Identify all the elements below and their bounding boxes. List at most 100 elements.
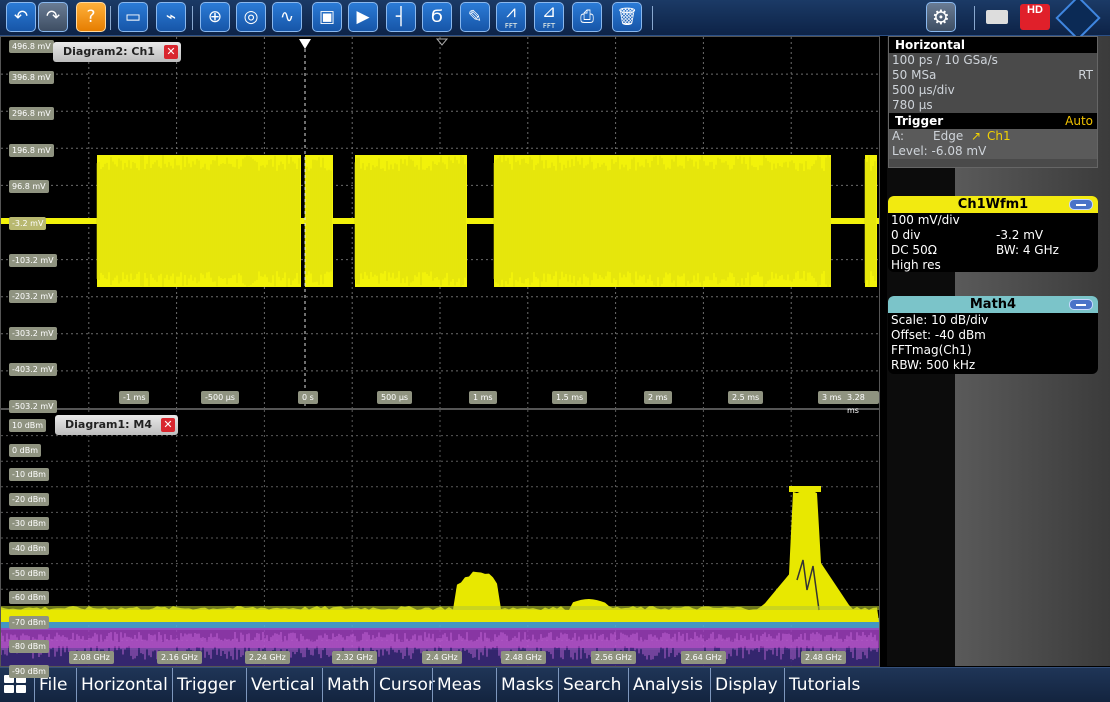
menu-analysis[interactable]: Analysis [628, 668, 707, 702]
ch1-coupling: DC 50Ω [891, 243, 937, 257]
fft-icon-glyph: ⩘ [506, 2, 516, 22]
x-axis-label: 2.32 GHz [332, 651, 377, 664]
math4-body: Scale: 10 dB/div Offset: -40 dBm FFTmag(… [888, 313, 1098, 373]
x-axis-label: 2.64 GHz [681, 651, 726, 664]
rohde-schwarz-logo-icon [1055, 0, 1101, 41]
button-caption: FFT [542, 22, 556, 30]
x-axis-label: 1 ms [469, 391, 497, 404]
menu-horizontal[interactable]: Horizontal [76, 668, 172, 702]
button-caption: FFT [504, 22, 518, 30]
menu-bar: File Horizontal Trigger Vertical Math Cursor M… [0, 667, 1110, 702]
menu-math[interactable]: Math [322, 668, 374, 702]
menu-masks[interactable]: Masks [496, 668, 558, 702]
fft-gate-icon[interactable]: ⊿ FFT [534, 2, 564, 32]
menu-meas[interactable]: Meas [432, 668, 485, 702]
ch1-scale: 100 mV/div [891, 213, 960, 227]
diagram2-tab[interactable]: Diagram2: Ch1 ✕ [53, 42, 181, 62]
menu-cursor[interactable]: Cursor [374, 668, 439, 702]
horizontal-record-length-row: 50 MSa RT [889, 68, 1097, 83]
redo-icon[interactable]: ↷ [38, 2, 68, 32]
trigger-level: Level: -6.08 mV [889, 144, 1097, 159]
toolbar-separator [652, 6, 653, 30]
histogram-icon[interactable]: Ϭ [422, 2, 452, 32]
toolbar-separator [192, 6, 193, 30]
x-axis-label: 2 ms [644, 391, 672, 404]
trigger-source: Ch1 [987, 129, 1011, 143]
oscilloscope-screen: ↶ ↷? ▭ ⌁ ⊕ ◎ ∿ ▣ ▶ ┤ Ϭ ✎ ⩘ FFT ⊿ FFT ⎙ 🗑 ⚙ HD Diagram2: Ch1… [0, 0, 1110, 702]
trigger-source-row: A: Edge ↗ Ch1 [889, 129, 1097, 144]
hd-mode-badge[interactable]: HD [1020, 4, 1050, 30]
trigger-mode: Auto [1065, 114, 1093, 128]
toolbar: ↶ ↷? ▭ ⌁ ⊕ ◎ ∿ ▣ ▶ ┤ Ϭ ✎ ⩘ FFT ⊿ FFT ⎙ 🗑 ⚙ HD [0, 0, 1110, 41]
y-axis-label: -10 dBm [9, 468, 49, 482]
diagram1-tab[interactable]: Diagram1: M4 ✕ [55, 415, 178, 435]
cursor-icon-glyph: ▶ [356, 7, 370, 27]
pencil-icon-glyph: ✎ [467, 7, 483, 27]
menu-tutorials[interactable]: Tutorials [784, 668, 864, 702]
y-axis-label: -50 dBm [9, 566, 49, 580]
noise-floor-band [1, 606, 879, 610]
x-axis-label: 2.16 GHz [157, 651, 202, 664]
open-folder-icon[interactable]: ▭ [118, 2, 148, 32]
y-axis-label: -3.2 mV [9, 217, 47, 230]
peak-marker [789, 486, 821, 492]
undo-icon[interactable]: ↶ [6, 2, 36, 32]
close-icon[interactable]: ✕ [161, 418, 175, 432]
trigger-position-icon [299, 39, 311, 49]
rising-edge-icon: ↗ [971, 129, 982, 143]
menu-trigger[interactable]: Trigger [172, 668, 240, 702]
x-axis-label: -500 µs [201, 391, 239, 404]
close-icon[interactable]: ✕ [163, 45, 178, 59]
menu-search[interactable]: Search [558, 668, 625, 702]
ch1-acquisition: High res [891, 258, 941, 272]
math4-rbw: RBW: 500 kHz [891, 358, 976, 372]
mask-icon[interactable]: ▣ [312, 2, 342, 32]
horizontal-header-label: Horizontal [895, 38, 966, 52]
fft-icon[interactable]: ⩘ FFT [496, 2, 526, 32]
ch1-position: 0 div [891, 228, 921, 242]
ch1-offset: -3.2 mV [996, 228, 1044, 242]
cursor-icon[interactable]: ▶ [348, 2, 378, 32]
toolbar-separator [110, 6, 111, 30]
apps-grid-icon[interactable] [4, 675, 28, 695]
y-axis-label: -90 dBm [9, 665, 49, 678]
menu-vertical[interactable]: Vertical [246, 668, 319, 702]
y-axis-label: -80 dBm [9, 640, 49, 654]
menu-display[interactable]: Display [710, 668, 782, 702]
math4-waveform-box[interactable]: Math4 Scale: 10 dB/div Offset: -40 dBm F… [888, 296, 1098, 374]
marker-icon[interactable]: ┤ [386, 2, 416, 32]
ch1-waveform-box[interactable]: Ch1Wfm1 100 mV/div 0 div -3.2 mV DC 50Ω BW… [888, 196, 1098, 272]
diagram2-title: Diagram2: Ch1 [63, 45, 155, 58]
spectrum-diagram[interactable]: Diagram1: M4 ✕ 10 dBm 0 dBm -10 dBm -20 dBm… [0, 409, 880, 678]
help-icon[interactable]: ? [76, 2, 106, 32]
horizontal-trigger-box[interactable]: Horizontal 100 ps / 10 GSa/s 50 MSa RT 50… [888, 36, 1098, 168]
minimize-icon[interactable] [1069, 299, 1093, 310]
y-axis-label: 496.8 mV [9, 40, 54, 53]
minimize-icon[interactable] [1069, 199, 1093, 210]
spectrum-plot [1, 410, 879, 666]
gear-icon[interactable]: ⚙ [926, 2, 956, 32]
y-axis-label: 396.8 mV [9, 70, 54, 84]
help-icon-glyph: ? [86, 7, 96, 27]
x-axis-label: -1 ms [119, 391, 150, 404]
x-axis-label: 2.08 GHz [69, 651, 114, 664]
time-domain-diagram[interactable]: Diagram2: Ch1 ✕ 496.8 mV 396.8 mV 296.8 mV… [0, 36, 880, 415]
horizontal-resolution: 100 ps / 10 GSa/s [892, 53, 998, 67]
trigger-header-label: Trigger [895, 114, 944, 128]
y-axis-label: 10 dBm [9, 419, 47, 432]
waveform-indicator-icon[interactable] [986, 10, 1008, 24]
y-axis-label: 196.8 mV [9, 143, 54, 157]
pencil-icon[interactable]: ✎ [460, 2, 490, 32]
measurement-icon[interactable]: ∿ [272, 2, 302, 32]
y-axis-label: -30 dBm [9, 517, 49, 531]
x-axis-label: 2.48 GHz [501, 651, 546, 664]
print-icon[interactable]: ⎙ [572, 2, 602, 32]
y-axis-label: 0 dBm [9, 443, 41, 457]
binoculars-icon[interactable]: ◎ [236, 2, 266, 32]
trash-icon[interactable]: 🗑 [612, 2, 642, 32]
autoset-icon[interactable]: ⌁ [156, 2, 186, 32]
y-axis-label: 296.8 mV [9, 107, 54, 121]
acquisition-mode: RT [1078, 68, 1093, 82]
zoom-icon[interactable]: ⊕ [200, 2, 230, 32]
y-axis-label: 96.8 mV [9, 180, 49, 194]
